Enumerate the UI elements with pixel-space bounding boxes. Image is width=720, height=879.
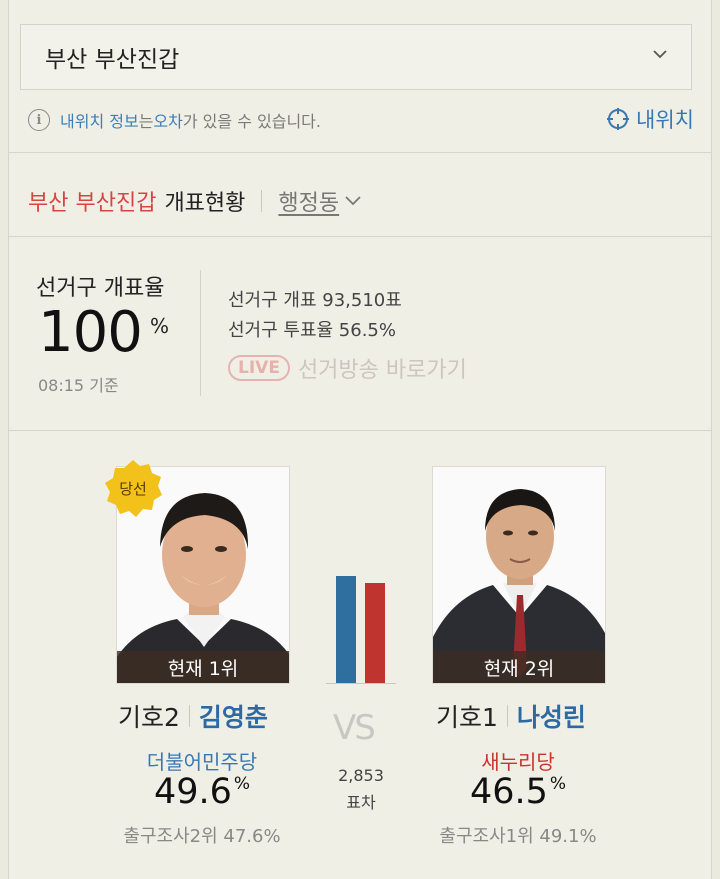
my-location-label: 내위치 [636,108,694,132]
vertical-divider [200,270,201,396]
dong-dropdown[interactable]: 행정동 [278,185,339,217]
chevron-down-icon [653,50,667,59]
rank-label: 현재 2위 [433,651,605,683]
candidate-number: 기호1 [436,703,498,732]
my-location-button[interactable]: 내위치 [606,104,694,134]
live-badge: LIVE [228,355,290,381]
count-rate-value: 100 [38,300,143,365]
header-separator [261,190,263,212]
live-text: 선거방송 바로가기 [297,358,467,383]
live-broadcast-link[interactable]: LIVE 선거방송 바로가기 [228,352,467,384]
name-separator [188,705,190,727]
candidate-party: 더불어민주당 [146,750,258,774]
candidate-name[interactable]: 나성린 [517,698,586,734]
stat-turnout: 선거구 투표율 56.5% [228,320,396,341]
vote-bar-red [365,583,385,684]
name-separator [506,705,508,727]
location-notice: i 내위치 정보 는 오차 가 있을 수 있습니다. [28,108,321,132]
header-region: 부산 부산진갑 [28,191,157,216]
count-rate-unit: % [150,314,170,338]
bar-baseline [326,683,396,684]
region-select[interactable]: 부산 부산진갑 [20,24,692,90]
versus-label: VS [333,708,376,748]
rank-label: 현재 1위 [117,651,289,683]
pct-unit: % [233,774,251,794]
notice-highlight-1: 내위치 정보 [60,112,139,131]
chevron-down-icon[interactable] [345,195,361,207]
notice-text-1: 는 [138,112,154,131]
divider [8,152,712,153]
candidate-name-row: 기호1 나성린 [436,698,586,734]
pct-value: 46.5 [469,772,548,812]
candidate-photo[interactable]: 현재 2위 [432,466,606,684]
exit-poll: 출구조사1위 49.1% [439,826,597,847]
count-rate-time: 08:15 기준 [38,376,119,395]
candidate-party: 새누리당 [481,750,555,774]
divider [8,430,712,431]
pct-value: 49.6 [153,772,232,812]
pct-unit: % [549,774,567,794]
vote-difference: 2,853 표차 [326,762,396,816]
winner-badge: 당선 [105,460,162,517]
vote-bar-blue [336,576,356,684]
header-title: 개표현황 [164,191,246,216]
divider [8,236,712,237]
crosshair-icon [607,108,630,130]
candidate-pct: 46.5% [428,772,608,812]
diff-value: 2,853 [338,766,384,785]
notice-highlight-2: 오차 [153,112,183,131]
info-icon: i [28,109,50,131]
winner-badge-text: 당선 [119,480,147,498]
candidate-name[interactable]: 김영춘 [199,698,268,734]
exit-poll: 출구조사2위 47.6% [123,826,281,847]
count-header: 부산 부산진갑 개표현황 행정동 [28,185,361,217]
diff-unit: 표차 [346,793,376,812]
candidate-number: 기호2 [118,703,180,732]
region-select-value: 부산 부산진갑 [45,47,180,73]
notice-text-2: 가 있을 수 있습니다. [182,112,321,131]
candidate-pct: 49.6% [112,772,292,812]
count-rate-label: 선거구 개표율 [36,276,165,301]
candidate-name-row: 기호2 김영춘 [118,698,268,734]
stat-count: 선거구 개표 93,510표 [228,290,402,311]
